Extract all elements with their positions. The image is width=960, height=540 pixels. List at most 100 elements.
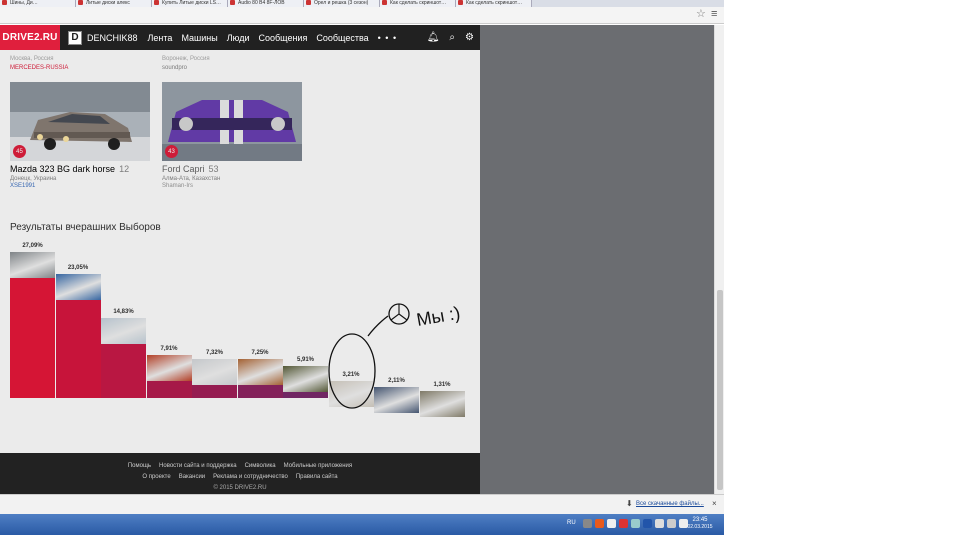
car-thumbnail[interactable] [328,380,374,407]
tray-app-icon[interactable] [595,519,604,528]
car-thumbnail[interactable] [237,358,283,385]
car-owner-link[interactable]: Shaman-Irs [162,183,302,189]
chart-bar[interactable] [237,358,283,398]
election-results-chart: 27,09% 23,05% 14,83% 7,91% 7,32% 7,25% 5,91% 3,… [10,240,465,417]
chart-bar[interactable] [192,358,237,398]
car-name[interactable]: Ford Capri [162,164,205,174]
avatar[interactable]: D [68,30,82,45]
tray-app-icon[interactable] [631,519,640,528]
car-thumbnail[interactable] [101,318,146,345]
address-bar[interactable] [0,7,724,24]
chart-bar[interactable] [419,390,465,417]
car-owner-link[interactable]: XSE1991 [10,183,150,189]
car-thumbnail[interactable] [419,390,465,417]
browser-tab[interactable]: Орел и решка (3 сезон) [304,0,380,7]
star-icon[interactable]: ☆ [696,9,706,20]
car-title[interactable]: Mazda 323 BG dark horse 12 [10,164,150,174]
tray-app-icon[interactable] [655,519,664,528]
car-title[interactable]: Ford Capri 53 [162,164,302,174]
clock[interactable]: 23:45 02.03.2015 [683,517,717,530]
browser-tab-label: Литые диски алекс [86,0,130,6]
car-location: Донецк, Украина [10,176,57,182]
footer-link[interactable]: Мобильные приложения [284,463,353,469]
search-icon[interactable]: ⌕ [449,32,455,43]
scrollbar[interactable] [714,25,724,494]
footer-link[interactable]: Новости сайта и поддержка [159,463,237,469]
footer-links-row: Помощь Новости сайта и поддержка Символика… [0,463,480,469]
car-thumbnail[interactable] [146,355,192,382]
tray-app-icon[interactable] [583,519,592,528]
favicon-icon [306,0,311,5]
menu-icon[interactable]: ≡ [711,9,717,20]
favicon-icon [230,0,235,5]
nav-item-cars[interactable]: Машины [181,33,217,43]
site-footer: Помощь Новости сайта и поддержка Символика… [0,453,480,494]
footer-link[interactable]: Символика [245,463,276,469]
browser-tab-label: Как сделать скриншот… [390,0,447,6]
footer-link[interactable]: О проекте [142,474,170,480]
bar-percent-label: 5,91% [296,357,314,364]
car-thumbnail[interactable] [374,386,419,413]
clock-time: 23:45 [692,517,708,523]
car-card[interactable]: 45 Mazda 323 BG dark horse 12 Донецк, Укр… [10,82,150,189]
tray-app-icon[interactable] [607,519,616,528]
card-location: Москва, Россия [10,56,54,62]
chart-bar[interactable] [374,386,419,413]
tray-app-icon[interactable] [619,519,628,528]
footer-link[interactable]: Помощь [128,463,151,469]
language-indicator[interactable]: RU [567,520,576,526]
downloads-bar: ⬇ Все скачанные файлы... × [0,494,724,514]
nav-item-feed[interactable]: Лента [148,33,173,43]
rating-badge: 43 [165,145,178,158]
car-count: 12 [119,164,130,174]
tray-app-icon[interactable] [667,519,676,528]
chart-bar[interactable] [55,273,101,398]
footer-link[interactable]: Реклама и сотрудничество [213,474,288,480]
nav-item-people[interactable]: Люди [227,33,250,43]
bar-percent-label: 14,83% [113,309,134,316]
windows-taskbar: RU 23:45 02.03.2015 [0,514,724,535]
car-location: Алма-Ата, Казахстан [162,176,221,182]
section-title: Результаты вчерашних Выборов [10,222,161,233]
close-icon[interactable]: × [712,499,717,508]
bell-icon[interactable]: 🔔︎ [427,32,440,43]
car-thumbnail[interactable] [283,366,328,393]
site-logo[interactable]: DRIVE2.RU [0,25,60,50]
bar-percent-label: 7,32% [205,349,223,356]
footer-link[interactable]: Вакансии [179,474,205,480]
browser-tab[interactable]: Как сделать скриншот… [456,0,532,7]
car-photo[interactable]: 43 [162,82,302,161]
car-name[interactable]: Mazda 323 BG dark horse [10,164,115,174]
empty-dark-area [480,25,714,494]
chart-bar[interactable] [328,380,374,407]
favicon-icon [382,0,387,5]
favicon-icon [154,0,159,5]
car-thumbnail[interactable] [192,358,237,385]
scrollbar-thumb[interactable] [717,290,723,490]
tray-app-icon[interactable] [643,519,652,528]
chart-bar[interactable] [283,366,328,398]
card-user-link[interactable]: soundpro [162,65,187,71]
car-photo[interactable]: 45 [10,82,150,161]
chart-bar[interactable] [10,252,55,398]
car-thumbnail[interactable] [10,252,55,278]
browser-tab[interactable]: Как сделать скриншот… [380,0,456,7]
chart-bar[interactable] [146,355,192,398]
all-downloads-link[interactable]: Все скачанные файлы... [636,501,704,507]
car-card[interactable]: 43 Ford Capri 53 Алма-Ата, Казахстан Sham… [162,82,302,189]
browser-tab[interactable]: Купить Литые диски LS… [152,0,228,7]
car-thumbnail[interactable] [55,273,101,300]
browser-tab[interactable]: Литые диски алекс [76,0,152,7]
nav-item-communities[interactable]: Сообщества [316,33,368,43]
card-user-link[interactable]: MERCEDES-RUSSIA [10,65,68,71]
browser-tab[interactable]: Audio 80 B4 8F-ЛОВ [228,0,304,7]
username-link[interactable]: DENCHIK88 [87,33,138,43]
favicon-icon [458,0,463,5]
gear-icon[interactable]: ⚙ [465,32,474,43]
nav-item-messages[interactable]: Сообщения [258,33,307,43]
footer-link[interactable]: Правила сайта [296,474,338,480]
chart-bar[interactable] [101,318,146,398]
browser-tab[interactable]: Шины, Ди… [0,0,76,7]
nav-more-button[interactable]: • • • [378,33,397,43]
bar-percent-label: 27,09% [22,243,43,249]
